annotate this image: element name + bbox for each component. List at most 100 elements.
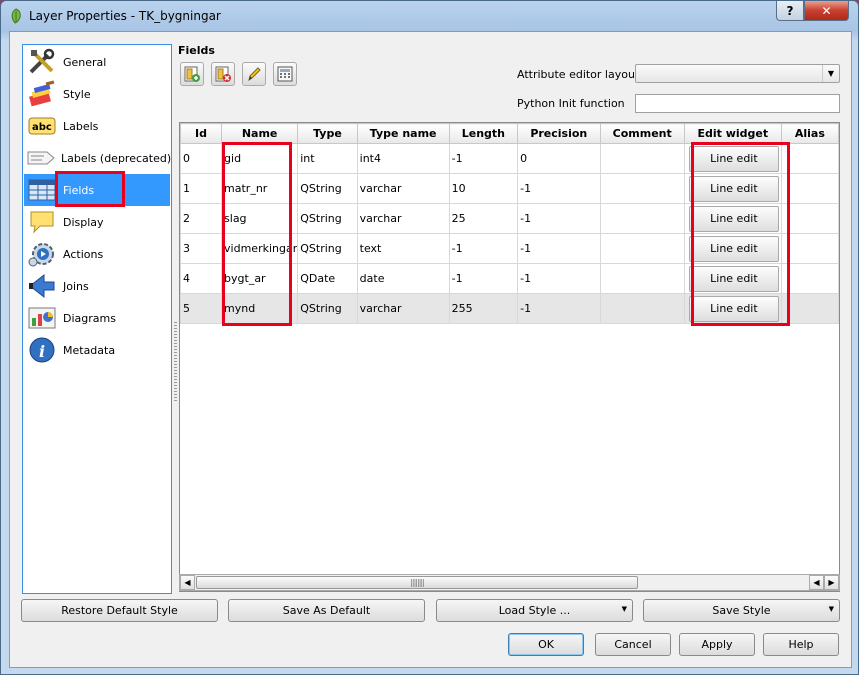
sidebar-item-display[interactable]: Display xyxy=(24,206,170,238)
restore-default-style-label: Restore Default Style xyxy=(61,604,178,617)
table-row[interactable]: 3 vidmerkingar QString text -1 -1 Line e… xyxy=(180,233,839,264)
cell-alias[interactable] xyxy=(780,293,839,324)
cell-name[interactable]: slag xyxy=(221,203,299,234)
scroll-left-icon[interactable]: ◀ xyxy=(180,575,195,590)
cell-alias[interactable] xyxy=(780,143,839,174)
edit-widget-button[interactable]: Line edit xyxy=(688,295,779,322)
edit-widget-button[interactable]: Line edit xyxy=(688,265,779,292)
apply-button[interactable]: Apply xyxy=(679,633,755,656)
help-icon: ? xyxy=(786,3,794,18)
column-header-type-name[interactable]: Type name xyxy=(356,123,450,144)
delete-column-button[interactable] xyxy=(211,62,235,86)
cell-edit-widget: Line edit xyxy=(683,293,782,324)
sidebar-item-labels-deprecated[interactable]: Labels (deprecated) xyxy=(24,142,171,174)
cell-type-name: int4 xyxy=(356,143,450,174)
sidebar-item-style[interactable]: Style xyxy=(24,78,170,110)
sidebar-item-label: Fields xyxy=(63,183,95,197)
diagrams-chart-icon xyxy=(27,304,57,332)
column-header-edit-widget[interactable]: Edit widget xyxy=(683,123,782,144)
cell-type: QString xyxy=(297,293,358,324)
sidebar-item-diagrams[interactable]: Diagrams xyxy=(24,302,170,334)
sidebar-item-label: Labels xyxy=(63,119,99,133)
cell-length: -1 xyxy=(448,143,519,174)
cell-comment[interactable] xyxy=(599,173,685,204)
sidebar-item-general[interactable]: General xyxy=(24,46,170,78)
cell-id: 4 xyxy=(180,263,223,294)
column-header-type[interactable]: Type xyxy=(297,123,358,144)
table-row[interactable]: 2 slag QString varchar 25 -1 Line edit xyxy=(180,203,839,234)
help-button[interactable]: Help xyxy=(763,633,839,656)
column-header-id[interactable]: Id xyxy=(180,123,223,144)
new-column-button[interactable] xyxy=(180,62,204,86)
sidebar-item-metadata[interactable]: i Metadata xyxy=(24,334,170,366)
cell-type-name: text xyxy=(356,233,450,264)
cell-name[interactable]: matr_nr xyxy=(221,173,299,204)
edit-widget-button[interactable]: Line edit xyxy=(688,175,779,202)
cell-comment[interactable] xyxy=(599,293,685,324)
edit-widget-button[interactable]: Line edit xyxy=(688,205,779,232)
cell-comment[interactable] xyxy=(599,143,685,174)
display-speech-icon xyxy=(27,208,57,236)
edit-widget-button[interactable]: Line edit xyxy=(688,235,779,262)
python-init-input[interactable] xyxy=(635,94,840,113)
table-row[interactable]: 1 matr_nr QString varchar 10 -1 Line edi… xyxy=(180,173,839,204)
column-header-precision[interactable]: Precision xyxy=(517,123,601,144)
fields-section-title: Fields xyxy=(178,44,215,57)
cell-comment[interactable] xyxy=(599,203,685,234)
cell-alias[interactable] xyxy=(780,233,839,264)
cell-comment[interactable] xyxy=(599,233,685,264)
cell-name[interactable]: bygt_ar xyxy=(221,263,299,294)
column-header-comment[interactable]: Comment xyxy=(599,123,685,144)
attribute-editor-layout-select[interactable]: ▼ xyxy=(635,64,840,83)
title-close-button[interactable]: ✕ xyxy=(804,1,849,21)
scroll-right-icon[interactable]: ▶ xyxy=(824,575,839,590)
cell-type-name: varchar xyxy=(356,293,450,324)
cell-alias[interactable] xyxy=(780,173,839,204)
sidebar-item-actions[interactable]: Actions xyxy=(24,238,170,270)
cell-type-name: varchar xyxy=(356,203,450,234)
column-header-name[interactable]: Name xyxy=(221,123,299,144)
delete-column-icon xyxy=(215,66,231,82)
ok-button[interactable]: OK xyxy=(508,633,584,656)
edit-widget-button[interactable]: Line edit xyxy=(688,145,779,172)
load-style-button[interactable]: Load Style ... ▼ xyxy=(436,599,633,622)
title-bar[interactable]: Layer Properties - TK_bygningar ? ✕ xyxy=(1,1,858,31)
dropdown-arrow-icon: ▼ xyxy=(621,605,627,613)
help-label: Help xyxy=(788,638,814,651)
sidebar-item-label: General xyxy=(63,55,107,69)
cell-type: QString xyxy=(297,173,358,204)
actions-gear-icon xyxy=(27,240,57,268)
cell-length: -1 xyxy=(448,263,519,294)
sidebar-item-fields[interactable]: Fields xyxy=(24,174,170,206)
column-header-length[interactable]: Length xyxy=(448,123,519,144)
table-header-row: Id Name Type Type name Length Precision … xyxy=(180,123,839,144)
splitter-handle[interactable] xyxy=(174,322,177,402)
save-style-button[interactable]: Save Style ▼ xyxy=(643,599,840,622)
restore-default-style-button[interactable]: Restore Default Style xyxy=(21,599,218,622)
column-header-alias[interactable]: Alias xyxy=(780,123,839,144)
sidebar-item-joins[interactable]: Joins xyxy=(24,270,170,302)
scrollbar-thumb[interactable]: |||||||| xyxy=(196,576,638,589)
scroll-left-end-icon[interactable]: ◀ xyxy=(809,575,824,590)
horizontal-scrollbar[interactable]: ◀ |||||||| ◀ ▶ xyxy=(179,574,840,591)
cell-name[interactable]: vidmerkingar xyxy=(221,233,299,264)
cell-name[interactable]: gid xyxy=(221,143,299,174)
cell-name[interactable]: mynd xyxy=(221,293,299,324)
title-help-button[interactable]: ? xyxy=(776,1,804,21)
sidebar-item-label: Diagrams xyxy=(63,311,116,325)
cell-alias[interactable] xyxy=(780,203,839,234)
sidebar-item-label: Actions xyxy=(63,247,104,261)
toggle-editing-button[interactable] xyxy=(242,62,266,86)
table-row[interactable]: 5 mynd QString varchar 255 -1 Line edit xyxy=(180,293,839,324)
field-calculator-button[interactable] xyxy=(273,62,297,86)
sidebar-item-labels[interactable]: abc Labels xyxy=(24,110,170,142)
cancel-button[interactable]: Cancel xyxy=(595,633,671,656)
cell-alias[interactable] xyxy=(780,263,839,294)
cell-comment[interactable] xyxy=(599,263,685,294)
cell-edit-widget: Line edit xyxy=(683,143,782,174)
cell-precision: -1 xyxy=(517,263,601,294)
table-row[interactable]: 4 bygt_ar QDate date -1 -1 Line edit xyxy=(180,263,839,294)
table-row[interactable]: 0 gid int int4 -1 0 Line edit xyxy=(180,143,839,174)
save-as-default-button[interactable]: Save As Default xyxy=(228,599,425,622)
cell-type: int xyxy=(297,143,358,174)
